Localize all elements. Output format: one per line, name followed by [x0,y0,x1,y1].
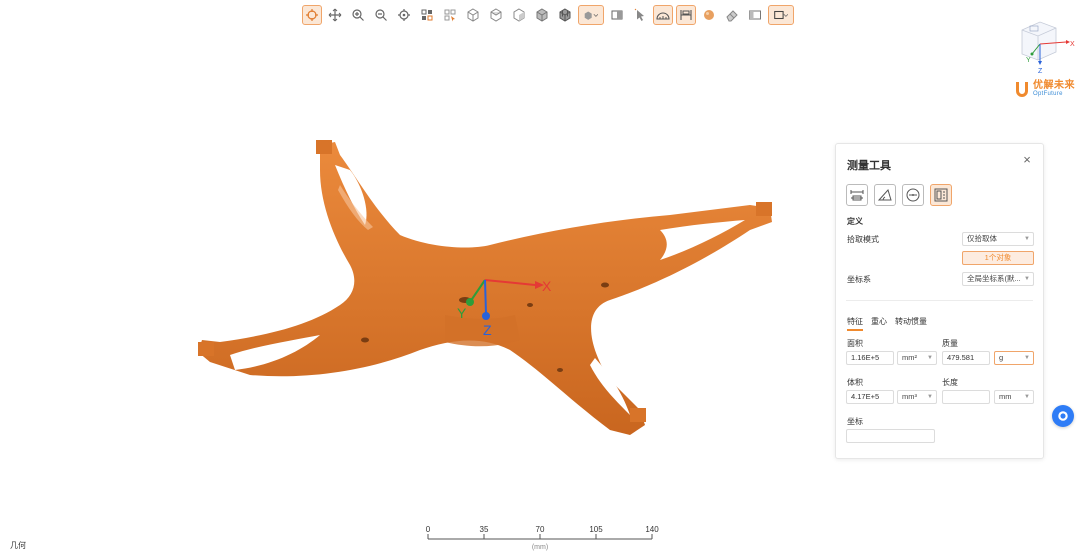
view-top-icon[interactable] [486,5,506,25]
window-icon[interactable] [768,5,794,25]
tab-center-of-gravity[interactable]: 重心 [871,316,887,331]
brand-logo: 优解未来 OptFuture [1014,78,1076,100]
definition-label: 定义 [847,217,863,226]
ruler-tick-140: 140 [645,525,659,534]
measure-tool-icon[interactable] [676,5,696,25]
volume-field[interactable]: 4.17E+5 [846,390,894,404]
chevron-down-icon: ▼ [1024,236,1030,242]
split-view-icon[interactable] [745,5,765,25]
length-unit-value: mm [999,392,1012,401]
coordinate-label: 坐标 [847,417,863,426]
section-icon[interactable] [607,5,627,25]
mass-properties-icon[interactable] [930,184,952,206]
mass-unit-value: g [999,353,1004,362]
coord-system-value: 全局坐标系(默... [967,274,1021,283]
length-label: 长度 [942,378,958,387]
axis-z-label: Z [483,322,492,338]
chevron-down-icon: ▼ [927,394,933,400]
distance-measure-icon[interactable] [846,184,868,206]
tab-features[interactable]: 特征 [847,316,863,331]
view-front-icon[interactable] [463,5,483,25]
ruler-unit: (mm) [532,544,548,551]
divider [846,300,1033,301]
area-label: 面积 [847,339,863,348]
volume-unit-select[interactable]: mm³ ▼ [897,390,937,404]
zoom-out-icon[interactable] [371,5,391,25]
axis-x-label: X [542,278,552,294]
pointer-icon[interactable] [630,5,650,25]
chat-icon [1058,411,1068,421]
radius-measure-icon[interactable] [902,184,924,206]
display-mode-icon[interactable] [578,5,604,25]
coordinate-field[interactable] [846,429,935,443]
area-unit-value: mm² [902,353,917,362]
eraser-icon[interactable] [722,5,742,25]
measure-tool-group [846,184,952,206]
fit-view-icon[interactable] [394,5,414,25]
material-sphere-icon[interactable] [699,5,719,25]
shaded-cube-icon[interactable] [532,5,552,25]
chevron-down-icon: ▼ [927,355,933,361]
coord-system-label: 坐标系 [847,275,871,284]
chevron-down-icon: ▼ [1024,355,1030,361]
close-icon[interactable]: × [1021,153,1033,167]
view-iso-icon[interactable] [509,5,529,25]
axis-y-label: Y [457,305,467,321]
cube-y-label: Y [1026,57,1031,64]
ruler-tick-105: 105 [589,525,603,534]
cube-z-label: Z [1038,68,1043,75]
panel-title: 测量工具 [847,160,891,172]
wireframe-cube-icon[interactable] [555,5,575,25]
length-field[interactable] [942,390,990,404]
pick-mode-select[interactable]: 仅拾取体 ▼ [962,232,1034,246]
select-icon[interactable] [417,5,437,25]
mass-field[interactable]: 479.581 [942,351,990,365]
orientation-cube[interactable]: X Y Z [1010,14,1076,76]
app-root: X Y Z X Y Z 优解未来 OptFuture 测量工具 × 定义 拾取模… [0,0,1080,555]
measure-panel: 测量工具 × 定义 拾取模式 仅拾取体 ▼ 1个对象 坐标系 全局坐标系(默..… [835,143,1044,459]
ruler-tick-35: 35 [480,525,489,534]
pick-mode-label: 拾取模式 [847,235,879,244]
pick-mode-value: 仅拾取体 [967,234,997,243]
top-toolbar [302,4,794,26]
volume-label: 体积 [847,378,863,387]
logo-en-text: OptFuture [1033,91,1063,97]
zoom-in-icon[interactable] [348,5,368,25]
property-tabs: 特征 重心 转动惯量 [847,316,927,331]
measure-angle-icon[interactable] [653,5,673,25]
scale-ruler: 0 35 70 105 140 (mm) [426,525,659,551]
angle-measure-icon[interactable] [874,184,896,206]
chevron-down-icon: ▼ [1024,276,1030,282]
area-unit-select[interactable]: mm² ▼ [897,351,937,365]
mass-label: 质量 [942,339,958,348]
box-select-icon[interactable] [440,5,460,25]
status-label: 几何 [10,541,26,550]
ruler-tick-0: 0 [426,525,431,534]
tab-moment-of-inertia[interactable]: 转动惯量 [895,316,927,331]
orbit-icon[interactable] [302,5,322,25]
volume-unit-value: mm³ [902,392,917,401]
pan-icon[interactable] [325,5,345,25]
cube-x-label: X [1070,41,1075,48]
logo-mark-icon [1016,82,1028,97]
chat-support-button[interactable] [1052,405,1074,427]
ruler-tick-70: 70 [536,525,545,534]
logo-cn-text: 优解未来 [1033,80,1075,91]
area-field[interactable]: 1.16E+5 [846,351,894,365]
chevron-down-icon: ▼ [1024,394,1030,400]
length-unit-select[interactable]: mm ▼ [994,390,1034,404]
mass-unit-select[interactable]: g ▼ [994,351,1034,365]
objects-button[interactable]: 1个对象 [962,251,1034,265]
coord-system-select[interactable]: 全局坐标系(默... ▼ [962,272,1034,286]
